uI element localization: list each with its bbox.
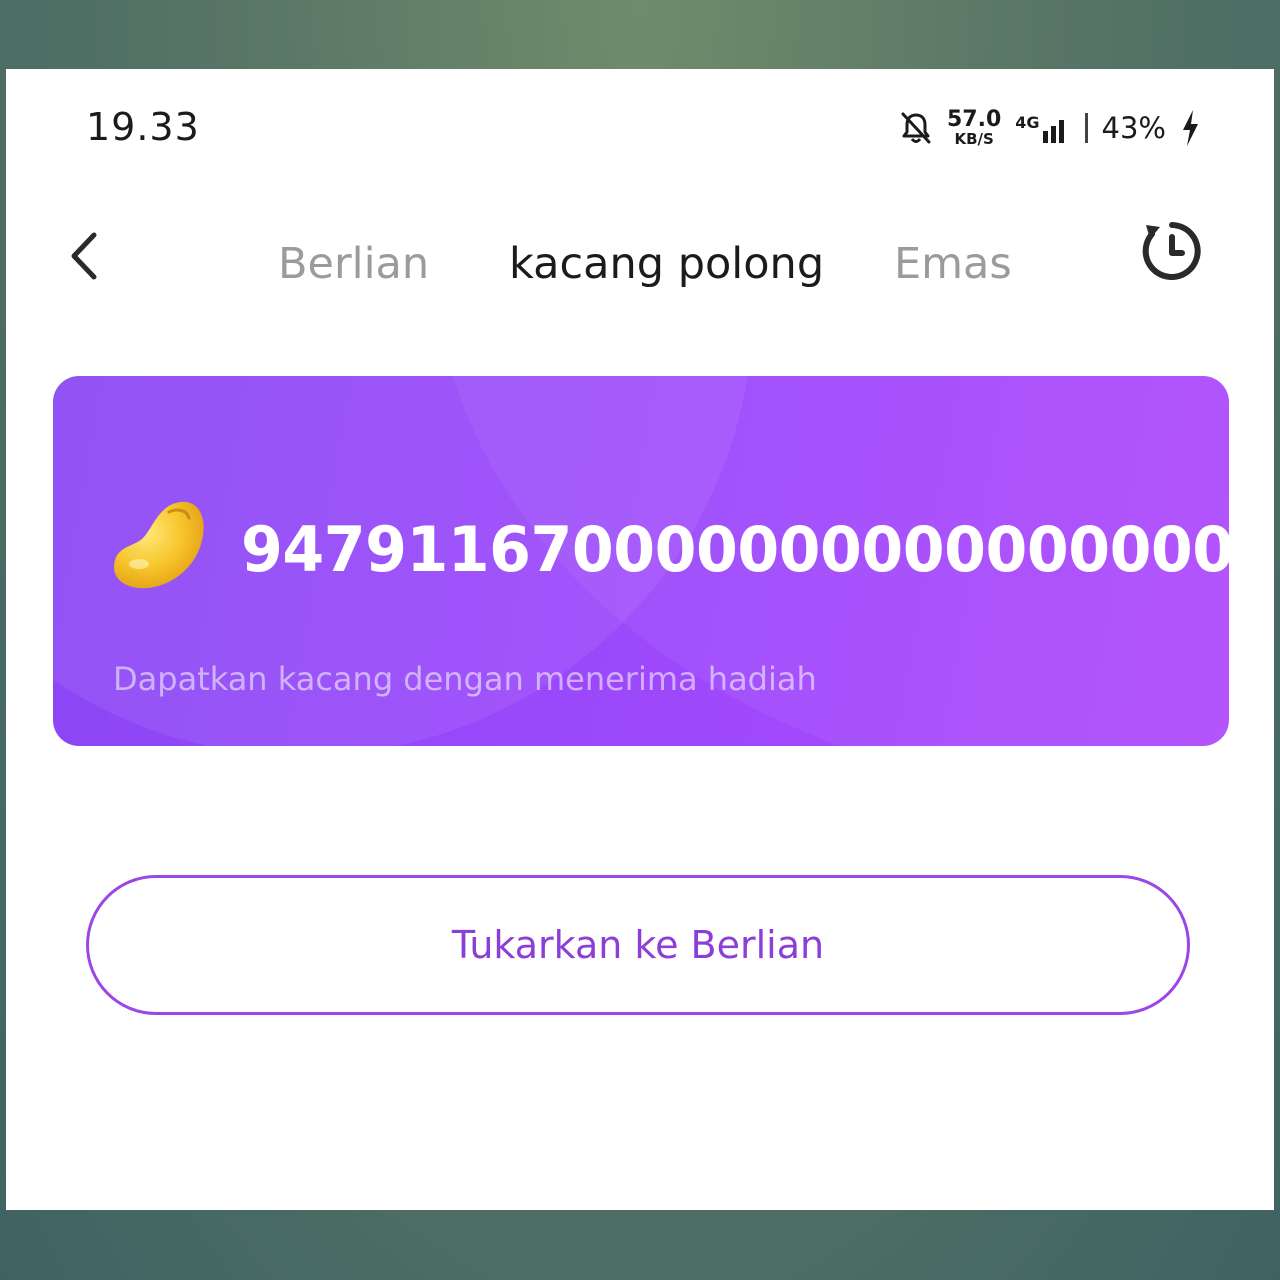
balance-card: 94791167000000000000000000 Dapatkan kaca… bbox=[53, 376, 1229, 746]
tab-berlian[interactable]: Berlian bbox=[278, 239, 429, 289]
history-clock-icon bbox=[1142, 222, 1201, 280]
status-icons: 57.0 KB/S 4G 43% bbox=[899, 103, 1200, 153]
status-time: 19.33 bbox=[86, 105, 200, 149]
exchange-button-label: Tukarkan ke Berlian bbox=[451, 923, 825, 967]
status-divider bbox=[1084, 113, 1088, 143]
network-speed: 57.0 KB/S bbox=[947, 109, 1001, 147]
battery-level: 43% bbox=[1101, 111, 1166, 145]
balance-hint-text: Dapatkan kacang dengan menerima hadiah bbox=[113, 660, 817, 698]
history-button[interactable] bbox=[1140, 219, 1204, 283]
back-button[interactable] bbox=[62, 227, 112, 285]
charging-icon bbox=[1183, 110, 1198, 146]
exchange-to-diamond-button[interactable]: Tukarkan ke Berlian bbox=[86, 875, 1190, 1015]
app-screen: 19.33 57.0 KB/S 4G 43% Berlian kacang po… bbox=[6, 69, 1274, 1210]
tab-emas[interactable]: Emas bbox=[894, 239, 1012, 289]
network-speed-unit: KB/S bbox=[954, 130, 994, 148]
tab-kacang-polong[interactable]: kacang polong bbox=[509, 239, 824, 289]
bean-balance-amount: 94791167000000000000000000 bbox=[241, 513, 1229, 586]
signal-icon bbox=[1042, 120, 1064, 143]
mute-bell-icon bbox=[901, 112, 931, 144]
network-type-label: 4G bbox=[1015, 113, 1040, 132]
bean-icon bbox=[114, 501, 204, 589]
network-speed-value: 57.0 bbox=[946, 107, 1002, 132]
back-chevron-icon bbox=[71, 232, 97, 280]
cellular-indicator: 4G bbox=[1015, 113, 1070, 143]
